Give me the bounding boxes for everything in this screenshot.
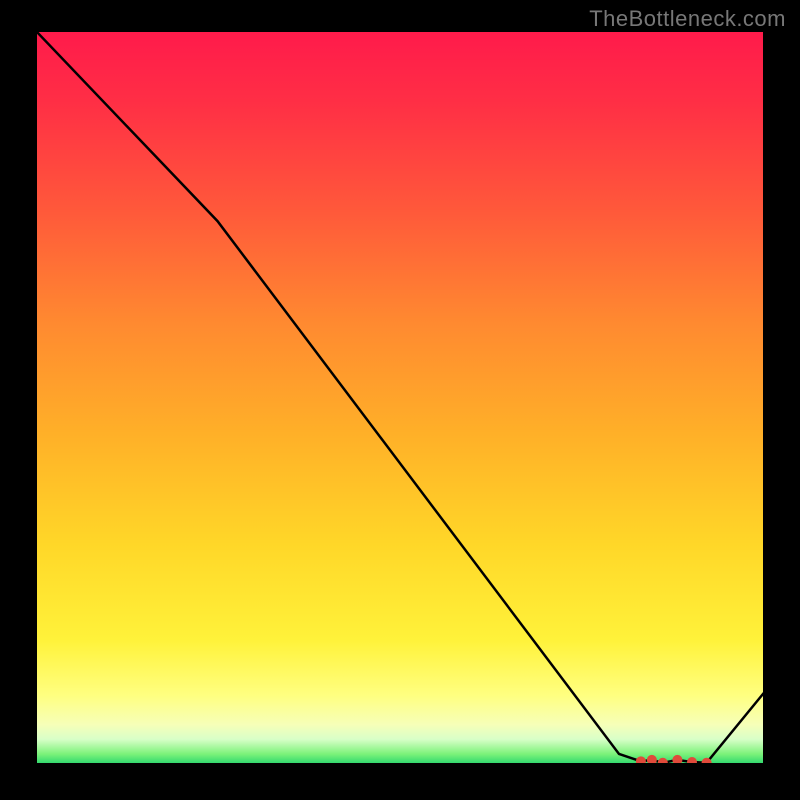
gradient-background <box>35 30 765 765</box>
plot-area <box>35 30 765 765</box>
watermark-text: TheBottleneck.com <box>589 6 786 32</box>
chart-container: TheBottleneck.com <box>0 0 800 800</box>
